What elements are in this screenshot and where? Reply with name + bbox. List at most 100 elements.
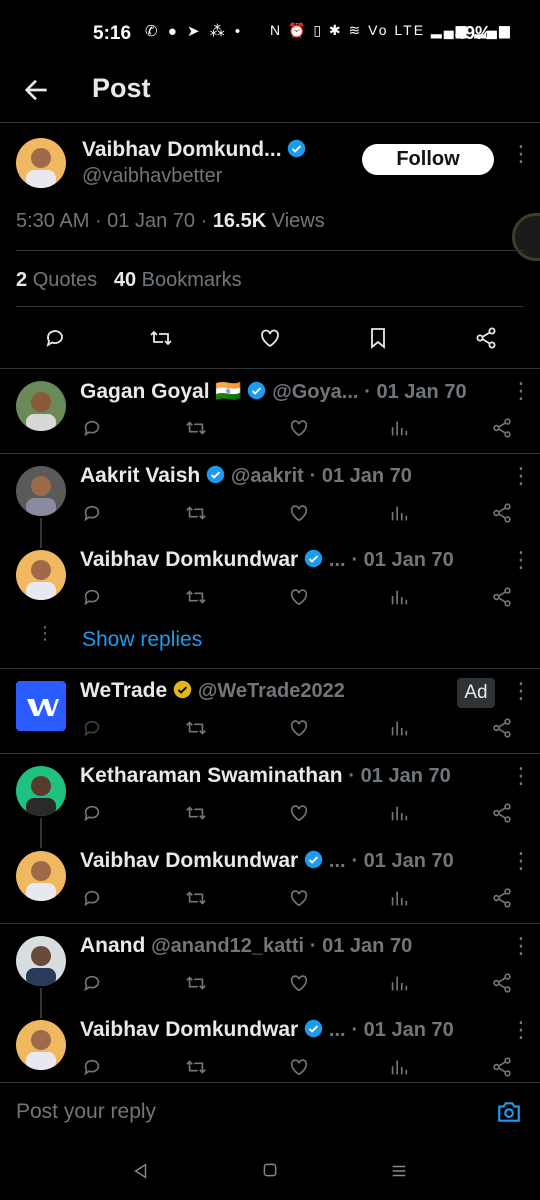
views-icon[interactable] bbox=[388, 972, 410, 994]
repost-icon[interactable] bbox=[185, 887, 207, 909]
bookmarks-label[interactable]: Bookmarks bbox=[142, 269, 242, 291]
views-icon[interactable] bbox=[388, 1056, 410, 1078]
reply-icon[interactable] bbox=[81, 417, 103, 439]
verified-badge-icon bbox=[248, 381, 266, 400]
reply-item[interactable]: Anand @anand12_katti · 01 Jan 70 ⋮ bbox=[0, 924, 540, 1018]
reply-name[interactable]: Vaibhav Domkundwar ... · 01 Jan 70 bbox=[80, 1018, 454, 1042]
reply-item[interactable]: Ketharaman Swaminathan · 01 Jan 70 ⋮ bbox=[0, 754, 540, 848]
more-options-icon[interactable]: ⋮ bbox=[510, 850, 532, 872]
like-icon[interactable] bbox=[288, 717, 310, 739]
like-icon[interactable] bbox=[258, 326, 282, 350]
repost-icon[interactable] bbox=[148, 326, 174, 350]
reply-name[interactable]: Vaibhav Domkundwar ... · 01 Jan 70 bbox=[80, 548, 454, 572]
more-options-icon[interactable]: ⋮ bbox=[510, 765, 532, 787]
reply-icon[interactable] bbox=[81, 972, 103, 994]
more-options-icon[interactable]: ⋮ bbox=[510, 1019, 532, 1041]
share-icon[interactable] bbox=[491, 417, 513, 439]
repost-icon[interactable] bbox=[185, 586, 207, 608]
reply-item[interactable]: Aakrit Vaish @aakrit · 01 Jan 70 ⋮ bbox=[0, 454, 540, 548]
reply-item[interactable]: Gagan Goyal 🇮🇳 @Goya... · 01 Jan 70 ⋮ bbox=[0, 369, 540, 453]
author-avatar[interactable] bbox=[16, 138, 66, 188]
author-name[interactable]: Vaibhav Domkund... bbox=[82, 138, 306, 162]
verified-badge-icon bbox=[304, 1019, 323, 1038]
share-icon[interactable] bbox=[491, 502, 513, 524]
divider bbox=[0, 122, 540, 123]
views-icon[interactable] bbox=[388, 887, 410, 909]
follow-button[interactable]: Follow bbox=[362, 144, 494, 175]
reply-name[interactable]: WeTrade @WeTrade2022 bbox=[80, 679, 345, 703]
reply-icon[interactable] bbox=[81, 586, 103, 608]
views-icon[interactable] bbox=[388, 417, 410, 439]
reply-date: · 01 Jan 70 bbox=[309, 935, 413, 957]
reply-handle: ... bbox=[328, 549, 346, 571]
reply-name-text: Ketharaman Swaminathan bbox=[80, 764, 343, 787]
reply-action-bar bbox=[0, 887, 540, 913]
reply-item[interactable]: Vaibhav Domkundwar ... · 01 Jan 70 ⋮ bbox=[0, 1008, 540, 1082]
home-nav-icon[interactable] bbox=[262, 1162, 278, 1178]
share-icon[interactable] bbox=[491, 586, 513, 608]
floating-widget[interactable] bbox=[512, 213, 540, 261]
more-options-icon[interactable]: ⋮ bbox=[510, 465, 532, 487]
more-options-icon[interactable]: ⋮ bbox=[510, 143, 532, 165]
views-icon[interactable] bbox=[388, 717, 410, 739]
reply-name[interactable]: Gagan Goyal 🇮🇳 @Goya... · 01 Jan 70 bbox=[80, 380, 467, 404]
like-icon[interactable] bbox=[288, 502, 310, 524]
repost-icon[interactable] bbox=[185, 1056, 207, 1078]
share-icon[interactable] bbox=[491, 972, 513, 994]
show-replies-link[interactable]: Show replies bbox=[82, 628, 202, 652]
repost-icon[interactable] bbox=[185, 802, 207, 824]
like-icon[interactable] bbox=[288, 802, 310, 824]
back-nav-icon[interactable] bbox=[132, 1162, 150, 1180]
like-icon[interactable] bbox=[288, 1056, 310, 1078]
more-options-icon[interactable]: ⋮ bbox=[510, 935, 532, 957]
reply-icon[interactable] bbox=[81, 887, 103, 909]
quotes-count: 2 bbox=[16, 269, 28, 291]
ad-badge: Ad bbox=[457, 678, 495, 708]
reply-handle: @anand12_katti bbox=[151, 935, 305, 957]
reply-name-text: Vaibhav Domkundwar bbox=[80, 548, 299, 571]
reply-icon[interactable] bbox=[81, 717, 103, 739]
reply-icon[interactable] bbox=[81, 1056, 103, 1078]
reply-input[interactable]: Post your reply bbox=[16, 1100, 156, 1124]
quotes-label[interactable]: Quotes bbox=[33, 269, 97, 291]
back-arrow-icon[interactable] bbox=[20, 74, 52, 106]
like-icon[interactable] bbox=[288, 972, 310, 994]
more-options-icon[interactable]: ⋮ bbox=[510, 380, 532, 402]
like-icon[interactable] bbox=[288, 586, 310, 608]
bookmark-icon[interactable] bbox=[366, 326, 390, 350]
reply-handle: @aakrit bbox=[230, 465, 304, 487]
reply-item[interactable]: Vaibhav Domkundwar ... · 01 Jan 70 ⋮ bbox=[0, 839, 540, 923]
share-icon[interactable] bbox=[491, 1056, 513, 1078]
repost-icon[interactable] bbox=[185, 972, 207, 994]
repost-icon[interactable] bbox=[185, 417, 207, 439]
reply-icon[interactable] bbox=[81, 502, 103, 524]
views-icon[interactable] bbox=[388, 802, 410, 824]
post-time: 5:30 AM bbox=[16, 210, 90, 232]
share-icon[interactable] bbox=[491, 717, 513, 739]
reply-icon[interactable] bbox=[43, 326, 67, 350]
views-icon[interactable] bbox=[388, 586, 410, 608]
reply-icon[interactable] bbox=[81, 802, 103, 824]
repost-icon[interactable] bbox=[185, 502, 207, 524]
share-icon[interactable] bbox=[491, 887, 513, 909]
repost-icon[interactable] bbox=[185, 717, 207, 739]
views-icon[interactable] bbox=[388, 502, 410, 524]
more-options-icon[interactable]: ⋮ bbox=[510, 680, 532, 702]
reply-item[interactable]: Vaibhav Domkundwar ... · 01 Jan 70 ⋮ bbox=[0, 538, 540, 622]
reply-name[interactable]: Ketharaman Swaminathan · 01 Jan 70 bbox=[80, 764, 451, 788]
reply-handle: @WeTrade2022 bbox=[197, 680, 345, 702]
divider bbox=[16, 250, 524, 251]
author-handle[interactable]: @vaibhavbetter bbox=[82, 165, 222, 188]
like-icon[interactable] bbox=[288, 887, 310, 909]
recents-nav-icon[interactable] bbox=[390, 1162, 408, 1180]
share-icon[interactable] bbox=[474, 326, 498, 350]
like-icon[interactable] bbox=[288, 417, 310, 439]
share-icon[interactable] bbox=[491, 802, 513, 824]
reply-action-bar bbox=[0, 717, 540, 743]
reply-name[interactable]: Anand @anand12_katti · 01 Jan 70 bbox=[80, 934, 412, 958]
camera-icon[interactable] bbox=[496, 1099, 522, 1125]
more-options-icon[interactable]: ⋮ bbox=[510, 549, 532, 571]
reply-name[interactable]: Vaibhav Domkundwar ... · 01 Jan 70 bbox=[80, 849, 454, 873]
reply-name[interactable]: Aakrit Vaish @aakrit · 01 Jan 70 bbox=[80, 464, 412, 488]
notification-icons: ✆ ● ➤ ⁂ • bbox=[145, 23, 244, 40]
